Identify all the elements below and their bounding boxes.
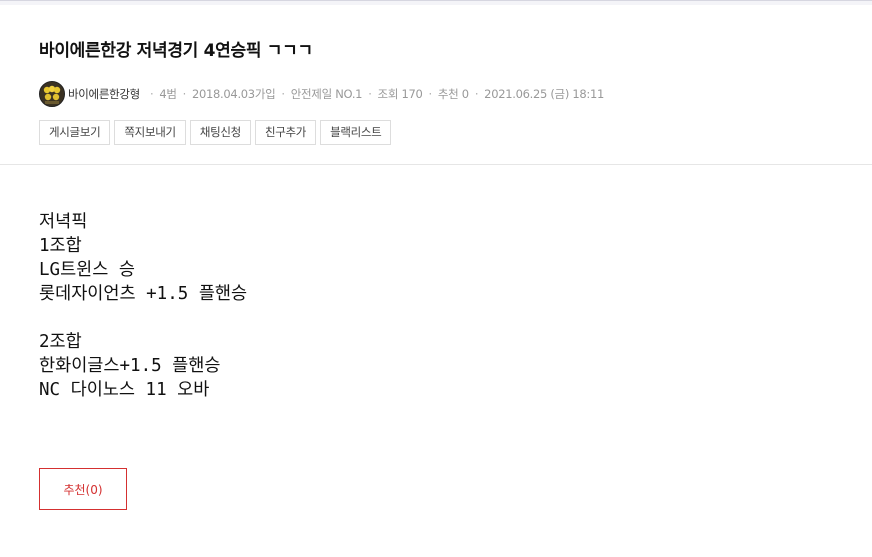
post-header: 바이에른한강 저녁경기 4연승픽 ㄱㄱㄱ 바이에른한강형 · 4범 · 2018… <box>39 36 872 145</box>
content-line: 한화이글스+1.5 플핸승 <box>39 356 221 376</box>
view-posts-button[interactable]: 게시글보기 <box>39 120 111 145</box>
add-friend-button[interactable]: 친구추가 <box>254 120 317 145</box>
top-border <box>0 0 872 5</box>
recommend-button[interactable]: 추천(0) <box>39 468 127 510</box>
post-datetime: 2021.06.25 (금) 18:11 <box>484 87 605 101</box>
content-line: 저녁픽 <box>39 212 88 232</box>
meta-separator: · <box>368 87 372 101</box>
join-date: 2018.04.03가입 <box>191 87 276 101</box>
content-line: 2조합 <box>39 332 82 352</box>
author-badge: 안전제일 NO.1 <box>290 87 363 101</box>
author-name[interactable]: 바이에른한강형 <box>68 86 140 102</box>
content-line: 롯데자이언츠 +1.5 플핸승 <box>39 284 248 304</box>
header-divider <box>0 164 872 165</box>
meta-separator: · <box>428 87 433 101</box>
content-line: 1조합 <box>39 236 82 256</box>
recommend-count: 추천 0 <box>437 87 469 101</box>
meta-separator: · <box>281 87 285 101</box>
author-action-buttons: 게시글보기 쪽지보내기 채팅신청 친구추가 블랙리스트 <box>39 120 395 145</box>
author-rank: 4범 <box>159 87 177 101</box>
post-body: 저녁픽 1조합 LG트윈스 승 롯데자이언츠 +1.5 플핸승 2조합 한화이글… <box>39 210 247 402</box>
meta-separator: · <box>182 87 187 101</box>
content-line: LG트윈스 승 <box>39 260 136 280</box>
content-line <box>39 306 247 330</box>
send-message-button[interactable]: 쪽지보내기 <box>114 120 186 145</box>
post-meta: 바이에른한강형 · 4범 · 2018.04.03가입 · 안전제일 NO.1 … <box>39 81 604 107</box>
user-avatar-icon[interactable] <box>39 81 65 107</box>
meta-separator: · <box>474 87 479 101</box>
content-line: NC 다이노스 11 오바 <box>39 380 210 400</box>
chat-request-button[interactable]: 채팅신청 <box>189 120 251 145</box>
meta-separator: · <box>149 87 154 101</box>
post-title: 바이에른한강 저녁경기 4연승픽 ㄱㄱㄱ <box>39 41 313 61</box>
blacklist-button[interactable]: 블랙리스트 <box>320 120 392 145</box>
view-count: 조회 170 <box>377 87 423 101</box>
